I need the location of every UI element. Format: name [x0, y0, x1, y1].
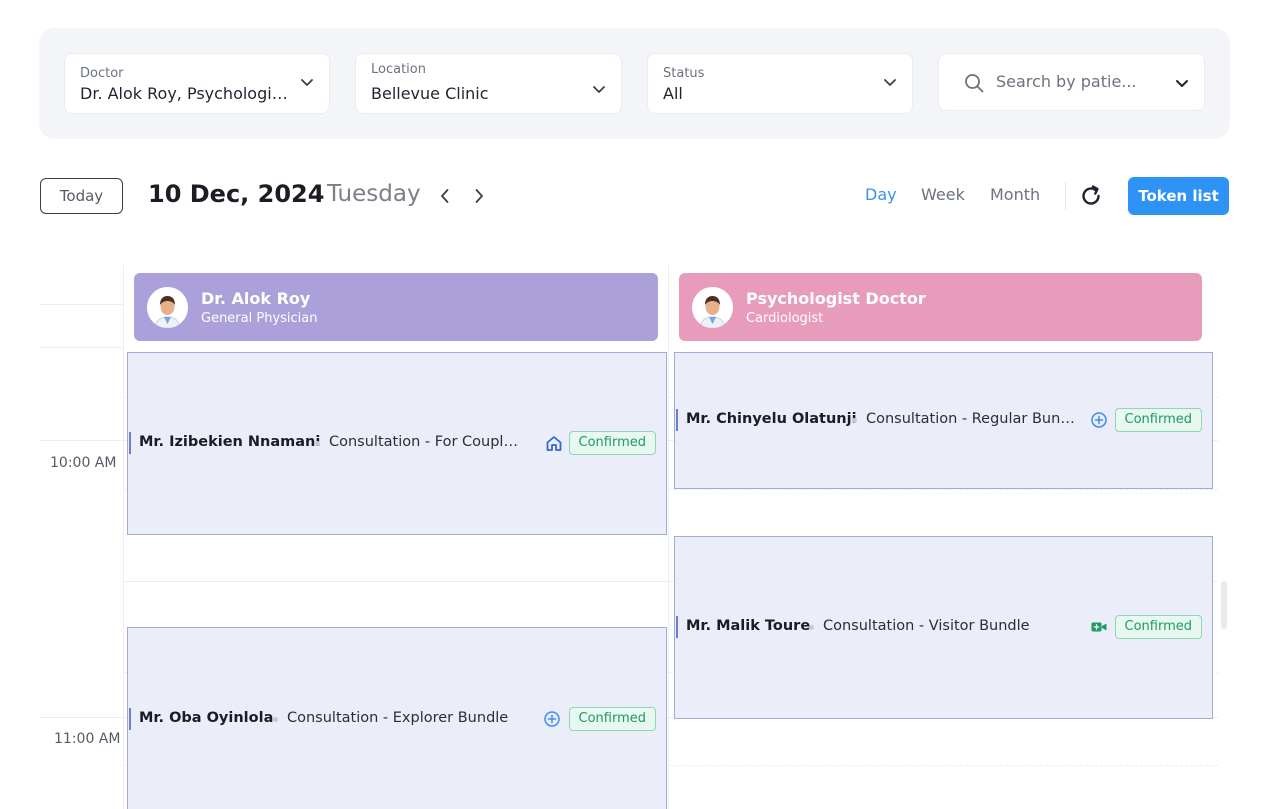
view-tab-week[interactable]: Week — [921, 185, 965, 204]
view-tab-day[interactable]: Day — [865, 185, 897, 204]
vertical-scrollbar[interactable] — [1221, 581, 1227, 629]
refresh-icon[interactable] — [1079, 183, 1103, 209]
video-icon — [1091, 622, 1107, 632]
column-divider — [668, 265, 669, 809]
chevron-down-icon — [593, 86, 605, 93]
appointment-patient: Mr. Malik Toure — [686, 618, 811, 634]
doctor-select[interactable]: Doctor Dr. Alok Roy, Psychologist Doctor — [64, 53, 330, 114]
time-label: 11:00 AM — [54, 731, 121, 747]
grid-line — [40, 304, 124, 305]
view-tab-month[interactable]: Month — [990, 185, 1040, 204]
status-badge: Confirmed — [1114, 408, 1202, 432]
appointment-row: Mr. Chinyelu Olatunji Consultation - Reg… — [676, 408, 1202, 432]
search-input[interactable] — [996, 72, 1151, 91]
appointment-patient: Mr. Chinyelu Olatunji — [686, 411, 857, 427]
appointment-patient: Mr. Oba Oyinlola — [139, 710, 274, 726]
current-weekday: Tuesday — [327, 181, 421, 207]
status-select[interactable]: Status All — [647, 53, 913, 114]
appointment-card[interactable]: Mr. Izibekien Nnamani Consultation - For… — [127, 352, 667, 535]
status-badge: Confirmed — [1114, 615, 1202, 639]
separator-dot — [809, 625, 814, 630]
appointment-row: Mr. Oba Oyinlola Consultation - Explorer… — [129, 707, 656, 731]
doctor-avatar — [147, 287, 188, 328]
appointment-card[interactable]: Mr. Oba Oyinlola Consultation - Explorer… — [127, 627, 667, 809]
status-select-label: Status — [663, 66, 705, 81]
doctor-specialty: Cardiologist — [746, 311, 824, 326]
doctor-avatar — [692, 287, 733, 328]
status-select-value: All — [663, 84, 683, 103]
chevron-down-icon — [884, 79, 896, 86]
chevron-left-icon[interactable] — [436, 186, 454, 206]
clinic-icon — [546, 436, 562, 451]
doctor-header-psychologist: Psychologist Doctor Cardiologist — [679, 273, 1202, 341]
appointment-card[interactable]: Mr. Chinyelu Olatunji Consultation - Reg… — [674, 352, 1213, 489]
location-select[interactable]: Location Bellevue Clinic — [355, 53, 622, 114]
appointment-service: Consultation - Explorer Bundle — [287, 710, 509, 726]
doctor-name: Dr. Alok Roy — [201, 289, 311, 308]
add-circle-icon — [1091, 412, 1107, 428]
doctor-select-label: Doctor — [80, 66, 124, 81]
appointment-service: Consultation - For Couples Bundle — [329, 434, 525, 450]
appointment-service: Consultation - Regular Bundle — [866, 411, 1078, 427]
appointment-row: Mr. Izibekien Nnamani Consultation - For… — [129, 431, 656, 455]
doctor-select-value: Dr. Alok Roy, Psychologist Doctor — [80, 84, 292, 103]
appointment-card[interactable]: Mr. Malik Toure Consultation - Visitor B… — [674, 536, 1213, 719]
filter-bar: Doctor Dr. Alok Roy, Psychologist Doctor… — [39, 28, 1230, 139]
separator-dot — [852, 418, 857, 423]
separator-dot — [273, 717, 278, 722]
today-button[interactable]: Today — [40, 178, 123, 214]
appointment-service: Consultation - Visitor Bundle — [823, 618, 1030, 634]
chevron-down-icon — [301, 79, 313, 86]
add-circle-icon — [544, 711, 560, 727]
search-icon — [965, 74, 984, 93]
appointment-row: Mr. Malik Toure Consultation - Visitor B… — [676, 615, 1202, 639]
toolbar-divider — [1065, 182, 1066, 210]
current-date: 10 Dec, 2024 — [148, 180, 325, 208]
chevron-right-icon[interactable] — [470, 186, 488, 206]
time-label: 10:00 AM — [50, 455, 117, 471]
patient-search[interactable] — [938, 53, 1205, 111]
status-badge: Confirmed — [568, 707, 656, 731]
location-select-value: Bellevue Clinic — [371, 84, 489, 103]
doctor-specialty: General Physician — [201, 311, 318, 326]
doctor-name: Psychologist Doctor — [746, 289, 926, 308]
token-list-button[interactable]: Token list — [1128, 177, 1229, 215]
status-badge: Confirmed — [568, 431, 656, 455]
chevron-down-icon[interactable] — [1174, 75, 1190, 91]
doctor-header-alok-roy: Dr. Alok Roy General Physician — [134, 273, 658, 341]
appointment-patient: Mr. Izibekien Nnamani — [139, 434, 321, 450]
separator-dot — [315, 441, 320, 446]
location-select-label: Location — [371, 62, 426, 77]
grid-line — [40, 347, 124, 348]
